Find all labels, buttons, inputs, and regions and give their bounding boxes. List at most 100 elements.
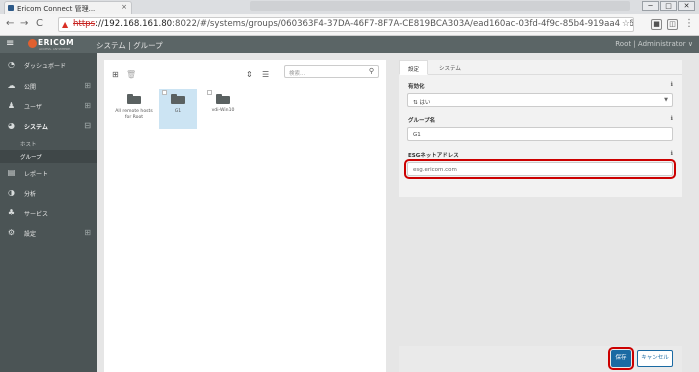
expand-icon[interactable]: ⊞ <box>84 81 91 90</box>
menu-icon[interactable]: ⋮ <box>684 18 694 29</box>
list-view-icon[interactable]: ☰ <box>262 70 269 79</box>
cancel-button[interactable]: キャンセル <box>637 350 673 367</box>
url-path: :8022/#/systems/groups/060363F4-37DA-46F… <box>172 19 634 29</box>
delete-icon[interactable]: 🗑 <box>126 70 136 79</box>
ericom-logo: ERICOM ACCESS. ANYWHERE. <box>28 38 75 51</box>
tab-settings[interactable]: 設定 <box>399 60 429 75</box>
minimize-button[interactable]: ─ <box>642 1 659 11</box>
group-name-input[interactable]: G1 <box>407 127 673 141</box>
breadcrumb: システム | グループ <box>96 41 163 50</box>
reload-icon[interactable]: C <box>36 18 43 29</box>
info-icon[interactable]: ℹ <box>671 115 673 122</box>
sidebar-item-label: ダッシュボード <box>24 63 67 70</box>
logo-mark-icon <box>28 39 37 48</box>
maximize-button[interactable]: □ <box>660 1 677 11</box>
tab-title: Ericom Connect 管理... <box>17 5 96 13</box>
save-button[interactable]: 保存 <box>608 347 634 370</box>
folder-icon <box>171 94 185 104</box>
extension-icon[interactable]: ■ <box>651 19 662 30</box>
folder-all-remote-hosts[interactable]: All remote hosts for Root <box>115 89 153 141</box>
sidebar-item-label: 分析 <box>24 191 37 198</box>
search-icon[interactable]: ⚲ <box>369 67 374 75</box>
warning-icon: ▲ <box>62 20 69 29</box>
brand-subtext: ACCESS. ANYWHERE. <box>39 47 71 51</box>
sidebar-item-users[interactable]: ♟ ユーザ ⊞ <box>0 96 97 116</box>
sort-icon[interactable]: ⇕ <box>246 70 253 79</box>
sidebar-subitem-hosts[interactable]: ホスト <box>0 137 97 150</box>
back-icon[interactable]: ← <box>6 18 14 29</box>
enable-value: はい <box>419 100 431 106</box>
report-icon: ▤ <box>7 168 16 177</box>
sidebar-item-system[interactable]: ◕ システム ⊟ <box>0 116 97 136</box>
esg-address-input[interactable]: esg.ericom.com <box>404 159 676 179</box>
hamburger-icon[interactable]: ≡ <box>6 39 14 49</box>
folder-g1[interactable]: G1 <box>159 89 197 129</box>
window-controls: ─ □ ✕ <box>642 1 695 11</box>
sidebar-item-analytics[interactable]: ◑ 分析 <box>0 183 97 203</box>
groups-panel: ⊞ 🗑 ⇕ ☰ 検索... ⚲ All remote hosts for Roo… <box>104 60 386 372</box>
cloud-icon: ☁ <box>7 81 16 90</box>
sidebar-item-label: 公開 <box>24 84 37 91</box>
search-input[interactable]: 検索... ⚲ <box>284 65 379 78</box>
action-footer: 保存 キャンセル <box>399 346 682 372</box>
expand-icon[interactable]: ⊞ <box>84 228 91 237</box>
folder-label: All remote hosts for Root <box>115 109 153 120</box>
browser-tabbar: Ericom Connect 管理... × ─ □ ✕ <box>0 0 699 14</box>
bookmark-star-icon[interactable]: ☆ <box>619 18 630 31</box>
folder-checkbox[interactable] <box>207 90 212 95</box>
analytics-icon: ◑ <box>8 188 15 197</box>
add-group-icon[interactable]: ⊞ <box>112 70 119 79</box>
sidebar-item-label: システム <box>24 124 48 131</box>
sidebar-item-label: レポート <box>24 171 49 178</box>
sidebar-item-settings[interactable]: ⚙ 設定 ⊞ <box>0 223 97 243</box>
user-menu[interactable]: Root | Administrator ∨ <box>615 40 693 48</box>
sidebar-item-label: サービス <box>24 211 49 218</box>
enable-select[interactable]: ⇅ はい ▼ <box>407 93 673 107</box>
tab-system[interactable]: システム <box>431 60 469 75</box>
collapse-icon[interactable]: ⊟ <box>84 121 91 130</box>
address-bar: ← → C ▲ https://192.168.161.80:8022/#/sy… <box>0 14 699 36</box>
tab-close-icon[interactable]: × <box>121 3 127 11</box>
folder-icon <box>216 94 230 104</box>
sidebar-item-reports[interactable]: ▤ レポート <box>0 163 97 183</box>
group-name-label: グループ名 <box>408 118 436 124</box>
services-icon: ♣ <box>7 208 16 217</box>
settings-icon: ⚙ <box>7 228 16 237</box>
esg-address-label: ESGネットアドレス <box>408 153 459 159</box>
system-icon: ◕ <box>8 121 15 130</box>
info-icon[interactable]: ℹ <box>671 150 673 157</box>
folder-label: G1 <box>174 109 182 114</box>
sidebar: ◔ ダッシュボード ☁ 公開 ⊞ ♟ ユーザ ⊞ ◕ システム ⊟ ホスト グル… <box>0 53 97 372</box>
search-placeholder: 検索... <box>289 71 306 77</box>
extension2-icon[interactable]: ◫ <box>667 19 678 30</box>
close-window-button[interactable]: ✕ <box>678 1 695 11</box>
info-icon[interactable]: ℹ <box>671 81 673 88</box>
folder-label: vdi-Win10 <box>211 108 235 113</box>
users-icon: ♟ <box>7 101 16 110</box>
folder-checkbox[interactable] <box>162 90 167 95</box>
favicon-icon <box>8 5 14 11</box>
folder-icon <box>127 94 141 104</box>
blurred-area <box>250 1 630 11</box>
dashboard-icon: ◔ <box>8 60 15 69</box>
sidebar-item-label: ユーザ <box>24 104 42 111</box>
forward-icon[interactable]: → <box>20 18 28 29</box>
enable-label: 有効化 <box>408 84 425 90</box>
url-scheme: https <box>73 19 96 29</box>
browser-tab[interactable]: Ericom Connect 管理... × <box>4 1 132 14</box>
expand-icon[interactable]: ⊞ <box>84 101 91 110</box>
sidebar-item-label: 設定 <box>24 231 37 238</box>
sidebar-item-publish[interactable]: ☁ 公開 ⊞ <box>0 76 97 96</box>
sidebar-item-services[interactable]: ♣ サービス <box>0 203 97 223</box>
details-panel: 設定 システム 有効化 ℹ ⇅ はい ▼ グループ名 ℹ G1 ESGネットアド… <box>399 60 682 197</box>
chevron-down-icon: ▼ <box>664 97 668 103</box>
app-header: ≡ ERICOM ACCESS. ANYWHERE. システム | グループ R… <box>0 36 699 53</box>
brand-text: ERICOM <box>38 38 75 47</box>
sidebar-item-dashboard[interactable]: ◔ ダッシュボード <box>0 55 97 75</box>
url-input[interactable]: ▲ https://192.168.161.80:8022/#/systems/… <box>58 17 634 32</box>
details-tabs: 設定 システム <box>399 60 682 75</box>
url-host: ://192.168.161.80 <box>95 19 173 29</box>
folder-vdi-win10[interactable]: vdi-Win10 <box>204 89 242 119</box>
main-area: ⊞ 🗑 ⇕ ☰ 検索... ⚲ All remote hosts for Roo… <box>97 53 699 372</box>
sidebar-subitem-groups[interactable]: グループ <box>0 150 97 163</box>
